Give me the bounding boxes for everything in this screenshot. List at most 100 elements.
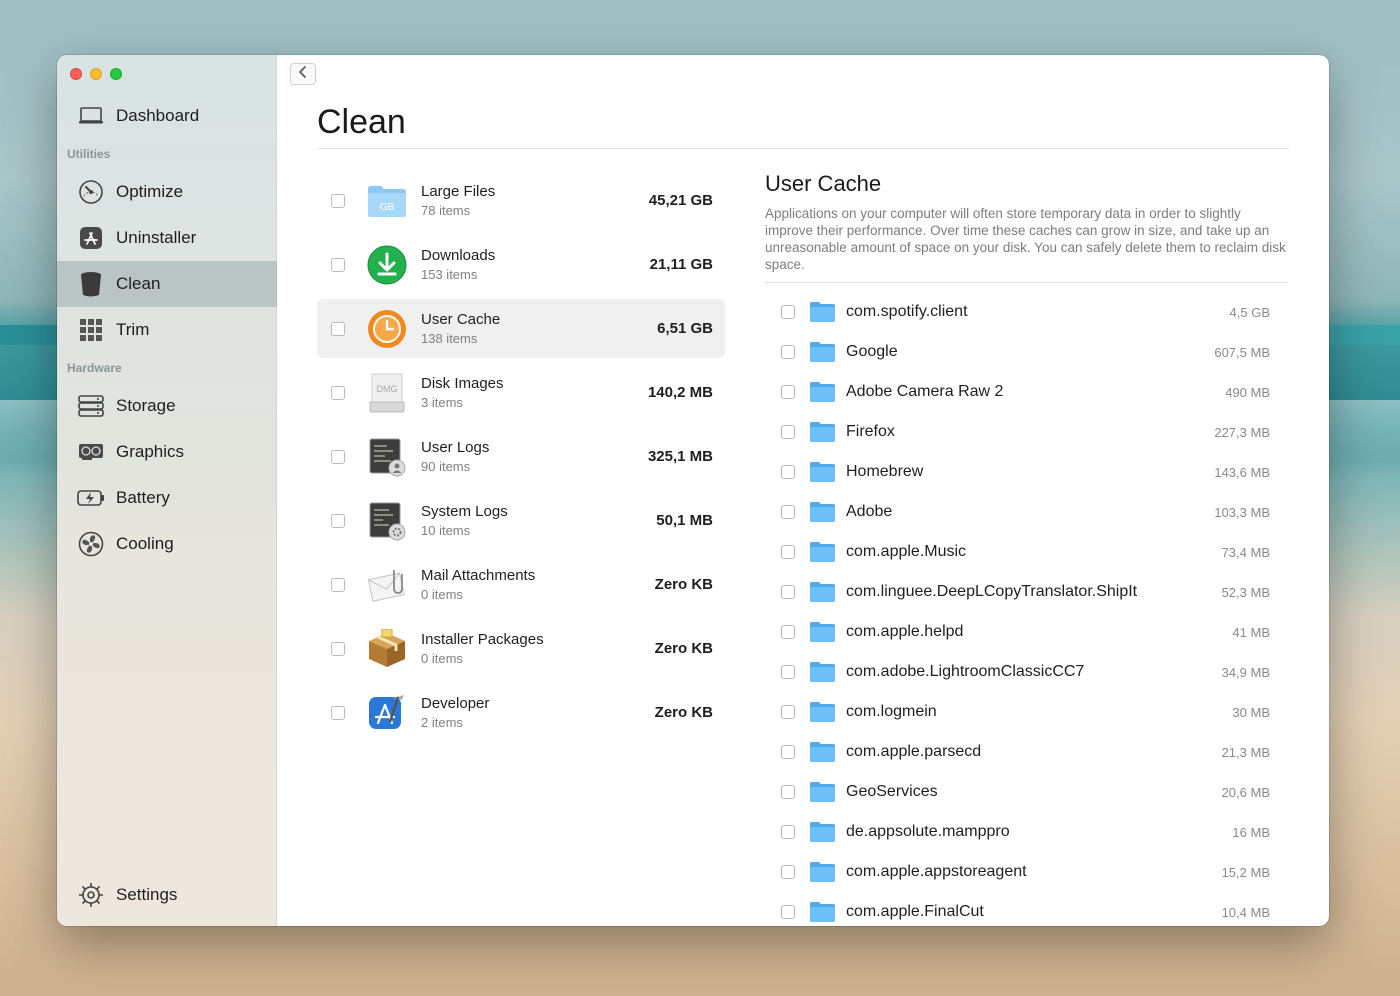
category-name: User Cache [421, 311, 501, 328]
file-row[interactable]: com.apple.parsecd 21,3 MB [765, 732, 1288, 772]
category-name: Downloads [421, 247, 496, 264]
sidebar-item-battery[interactable]: Battery [57, 475, 277, 521]
category-row-user-cache[interactable]: User Cache 138 items 6,51 GB [317, 299, 725, 358]
folder-icon [809, 701, 836, 723]
category-size: 140,2 MB [647, 384, 713, 401]
category-row-mail-attachments[interactable]: Mail Attachments 0 items Zero KB [317, 555, 725, 614]
sidebar-item-dashboard[interactable]: Dashboard [57, 93, 277, 139]
file-checkbox[interactable] [781, 425, 795, 439]
sidebar-item-trim[interactable]: Trim [57, 307, 277, 353]
category-row-large-files[interactable]: GB Large Files 78 items 45,21 GB [317, 171, 725, 230]
file-checkbox[interactable] [781, 625, 795, 639]
file-row[interactable]: com.apple.Music 73,4 MB [765, 532, 1288, 572]
folder-icon [809, 741, 836, 763]
file-checkbox[interactable] [781, 305, 795, 319]
category-row-system-logs[interactable]: System Logs 10 items 50,1 MB [317, 491, 725, 550]
category-name: User Logs [421, 439, 490, 456]
file-checkbox[interactable] [781, 545, 795, 559]
file-row[interactable]: Adobe 103,3 MB [765, 492, 1288, 532]
sidebar-item-storage[interactable]: Storage [57, 383, 277, 429]
category-row-installer-packages[interactable]: Installer Packages 0 items Zero KB [317, 619, 725, 678]
file-row[interactable]: com.spotify.client 4,5 GB [765, 292, 1288, 332]
category-checkbox[interactable] [331, 513, 345, 528]
section-label-hardware: Hardware [67, 361, 122, 375]
battery-icon [77, 484, 105, 512]
page-title: Clean [317, 103, 406, 141]
folder-icon [809, 821, 836, 843]
file-checkbox[interactable] [781, 505, 795, 519]
file-checkbox[interactable] [781, 585, 795, 599]
sidebar-item-uninstaller[interactable]: Uninstaller [57, 215, 277, 261]
file-checkbox[interactable] [781, 465, 795, 479]
sidebar-item-cooling[interactable]: Cooling [57, 521, 277, 567]
category-size: Zero KB [654, 640, 713, 657]
title-divider [317, 148, 1289, 149]
sidebar-item-label: Dashboard [116, 106, 200, 125]
zoom-window-button[interactable] [110, 68, 122, 80]
gear-icon [77, 881, 105, 909]
file-name: com.spotify.client [846, 303, 968, 320]
system-log-icon [365, 499, 409, 543]
file-checkbox[interactable] [781, 865, 795, 879]
file-row[interactable]: de.appsolute.mamppro 16 MB [765, 812, 1288, 852]
category-name: Mail Attachments [421, 567, 536, 584]
category-checkbox[interactable] [331, 641, 345, 656]
folder-icon [809, 781, 836, 803]
file-row[interactable]: Google 607,5 MB [765, 332, 1288, 372]
file-row[interactable]: Homebrew 143,6 MB [765, 452, 1288, 492]
category-row-downloads[interactable]: Downloads 153 items 21,11 GB [317, 235, 725, 294]
sidebar-item-label: Optimize [116, 182, 184, 201]
sidebar-item-settings[interactable]: Settings [57, 872, 277, 918]
file-row[interactable]: GeoServices 20,6 MB [765, 772, 1288, 812]
sidebar: Dashboard Utilities Optimize Uninstaller… [57, 55, 277, 926]
grid-icon [77, 316, 105, 344]
sidebar-item-graphics[interactable]: Graphics [57, 429, 277, 475]
category-row-developer[interactable]: Developer 2 items Zero KB [317, 683, 725, 742]
category-checkbox[interactable] [331, 705, 345, 720]
downloads-icon [365, 243, 409, 287]
file-row[interactable]: com.apple.appstoreagent 15,2 MB [765, 852, 1288, 892]
category-checkbox[interactable] [331, 577, 345, 592]
file-checkbox[interactable] [781, 905, 795, 919]
file-name: com.adobe.LightroomClassicCC7 [846, 663, 1085, 680]
category-checkbox[interactable] [331, 449, 345, 464]
category-checkbox[interactable] [331, 193, 345, 208]
category-size: 21,11 GB [649, 256, 713, 273]
back-button[interactable] [290, 63, 316, 85]
close-window-button[interactable] [70, 68, 82, 80]
file-checkbox[interactable] [781, 785, 795, 799]
file-checkbox[interactable] [781, 705, 795, 719]
folder-icon [809, 501, 836, 523]
file-size: 21,3 MB [1221, 744, 1270, 760]
category-row-user-logs[interactable]: User Logs 90 items 325,1 MB [317, 427, 725, 486]
minimize-window-button[interactable] [90, 68, 102, 80]
category-count: 10 items [421, 523, 471, 538]
sidebar-item-label: Settings [116, 885, 178, 904]
sidebar-item-label: Uninstaller [116, 228, 197, 247]
large-files-icon-text: GB [380, 202, 395, 213]
category-checkbox[interactable] [331, 321, 345, 336]
file-row[interactable]: Firefox 227,3 MB [765, 412, 1288, 452]
file-row[interactable]: com.apple.FinalCut 10,4 MB [765, 892, 1288, 926]
sidebar-item-optimize[interactable]: Optimize [57, 169, 277, 215]
category-checkbox[interactable] [331, 385, 345, 400]
category-size: 45,21 GB [648, 192, 713, 209]
laptop-icon [77, 102, 105, 130]
file-row[interactable]: com.adobe.LightroomClassicCC7 34,9 MB [765, 652, 1288, 692]
file-checkbox[interactable] [781, 825, 795, 839]
file-name: Adobe Camera Raw 2 [846, 383, 1004, 400]
file-row[interactable]: com.logmein 30 MB [765, 692, 1288, 732]
file-row[interactable]: com.linguee.DeepLCopyTranslator.ShipIt 52… [765, 572, 1288, 612]
file-row[interactable]: Adobe Camera Raw 2 490 MB [765, 372, 1288, 412]
file-name: Homebrew [846, 463, 924, 480]
file-checkbox[interactable] [781, 745, 795, 759]
file-checkbox[interactable] [781, 345, 795, 359]
file-checkbox[interactable] [781, 665, 795, 679]
file-checkbox[interactable] [781, 385, 795, 399]
folder-icon [809, 661, 836, 683]
category-checkbox[interactable] [331, 257, 345, 272]
chevron-left-icon [298, 65, 308, 84]
file-row[interactable]: com.apple.helpd 41 MB [765, 612, 1288, 652]
sidebar-item-clean[interactable]: Clean [57, 261, 277, 307]
category-row-disk-images[interactable]: DMG Disk Images 3 items 140,2 MB [317, 363, 725, 422]
